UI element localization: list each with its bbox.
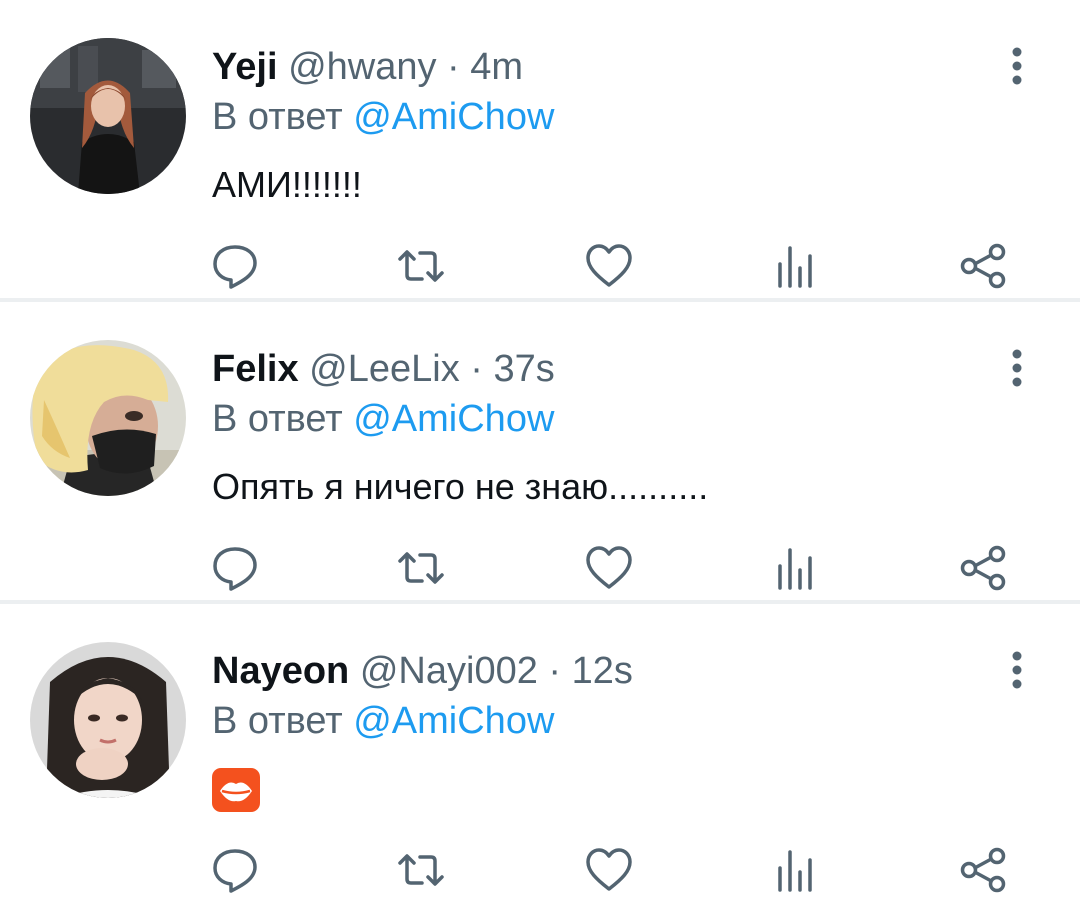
like-button[interactable]	[584, 544, 634, 592]
avatar[interactable]	[30, 340, 186, 496]
timestamp[interactable]: 4m	[470, 46, 523, 88]
timestamp[interactable]: 12s	[572, 650, 633, 692]
tweet-text: Опять я ничего не знаю..........	[212, 466, 709, 507]
user-handle[interactable]: @Nayi002	[360, 650, 538, 692]
more-vertical-icon	[1012, 651, 1022, 689]
more-options-button[interactable]	[1000, 648, 1034, 692]
tweet-header: Felix @LeeLix · 37s	[212, 346, 555, 392]
avatar-nayeon-image	[30, 642, 186, 798]
user-handle[interactable]: @hwany	[288, 46, 436, 88]
reply-context: В ответ @AmiChow	[212, 698, 554, 744]
reply-mention-link[interactable]: @AmiChow	[353, 700, 554, 742]
reply-context: В ответ @AmiChow	[212, 396, 554, 442]
reply-icon	[213, 245, 257, 289]
stats-icon	[778, 548, 812, 590]
kiss-mark-icon	[212, 768, 260, 812]
reply-prefix: В ответ	[212, 398, 343, 440]
retweet-icon	[398, 250, 444, 282]
display-name[interactable]: Yeji	[212, 46, 278, 88]
share-icon	[960, 243, 1006, 289]
meta-separator: ·	[548, 650, 562, 692]
retweet-button[interactable]	[396, 846, 446, 894]
stats-icon	[778, 246, 812, 288]
retweet-button[interactable]	[396, 544, 446, 592]
retweet-button[interactable]	[396, 242, 446, 290]
reply-feed: Yeji @hwany · 4m В ответ @AmiChow АМИ!!!…	[0, 0, 1080, 906]
user-handle[interactable]: @LeeLix	[309, 348, 460, 390]
reply-prefix: В ответ	[212, 96, 343, 138]
reply-icon	[213, 547, 257, 591]
share-button[interactable]	[958, 544, 1008, 592]
like-button[interactable]	[584, 242, 634, 290]
reply-button[interactable]	[210, 544, 260, 592]
share-button[interactable]	[958, 846, 1008, 894]
reply-button[interactable]	[210, 846, 260, 894]
reply-prefix: В ответ	[212, 700, 343, 742]
like-icon	[586, 848, 632, 891]
like-icon	[586, 244, 632, 287]
more-vertical-icon	[1012, 47, 1022, 85]
retweet-icon	[398, 854, 444, 886]
reply-icon	[213, 849, 257, 893]
reply-button[interactable]	[210, 242, 260, 290]
meta-separator: ·	[470, 348, 483, 390]
tweet-text: АМИ!!!!!!!	[212, 164, 362, 205]
tweet[interactable]: Nayeon @Nayi002 · 12s В ответ @AmiChow	[0, 604, 1080, 906]
tweet[interactable]: Yeji @hwany · 4m В ответ @AmiChow АМИ!!!…	[0, 0, 1080, 302]
timestamp[interactable]: 37s	[494, 348, 555, 390]
share-icon	[960, 847, 1006, 893]
analytics-button[interactable]	[770, 242, 820, 290]
avatar[interactable]	[30, 38, 186, 194]
retweet-icon	[398, 552, 444, 584]
display-name[interactable]: Nayeon	[212, 650, 349, 692]
meta-separator: ·	[447, 46, 460, 88]
tweet-header: Nayeon @Nayi002 · 12s	[212, 648, 633, 694]
reply-context: В ответ @AmiChow	[212, 94, 554, 140]
avatar-yeji-image	[30, 38, 186, 194]
more-options-button[interactable]	[1000, 44, 1034, 88]
tweet-text	[212, 766, 260, 823]
more-options-button[interactable]	[1000, 346, 1034, 390]
more-vertical-icon	[1012, 349, 1022, 387]
reply-mention-link[interactable]: @AmiChow	[353, 398, 554, 440]
reply-mention-link[interactable]: @AmiChow	[353, 96, 554, 138]
share-icon	[960, 545, 1006, 591]
share-button[interactable]	[958, 242, 1008, 290]
stats-icon	[778, 850, 812, 892]
tweet-header: Yeji @hwany · 4m	[212, 44, 523, 90]
action-bar	[210, 544, 1010, 592]
action-bar	[210, 846, 1010, 894]
avatar[interactable]	[30, 642, 186, 798]
avatar-felix-image	[30, 340, 186, 496]
like-button[interactable]	[584, 846, 634, 894]
analytics-button[interactable]	[770, 846, 820, 894]
action-bar	[210, 242, 1010, 290]
tweet[interactable]: Felix @LeeLix · 37s В ответ @AmiChow Опя…	[0, 302, 1080, 604]
like-icon	[586, 546, 632, 589]
analytics-button[interactable]	[770, 544, 820, 592]
display-name[interactable]: Felix	[212, 348, 299, 390]
